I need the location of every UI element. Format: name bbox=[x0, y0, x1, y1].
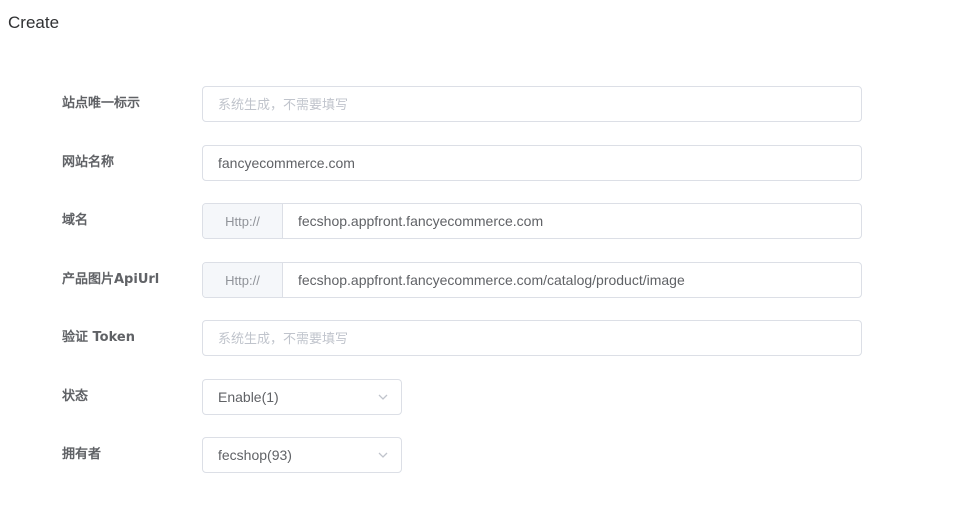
form-row-status: 状态 Enable(1) bbox=[0, 379, 977, 415]
domain-label: 域名 bbox=[62, 213, 89, 228]
form-row-site-uid: 站点唯一标示 bbox=[0, 86, 977, 122]
status-select[interactable]: Enable(1) bbox=[202, 379, 402, 415]
site-name-label: 网站名称 bbox=[62, 155, 115, 170]
form-row-verify-token: 验证 Token bbox=[0, 320, 977, 356]
domain-prefix: Http:// bbox=[203, 204, 283, 238]
form-row-site-name: 网站名称 bbox=[0, 145, 977, 181]
site-name-input[interactable] bbox=[203, 146, 861, 180]
site-uid-input[interactable] bbox=[203, 87, 861, 121]
chevron-down-icon bbox=[378, 394, 388, 400]
site-uid-label: 站点唯一标示 bbox=[62, 96, 141, 111]
owner-select[interactable]: fecshop(93) bbox=[202, 437, 402, 473]
status-label: 状态 bbox=[62, 389, 89, 404]
image-api-url-input[interactable] bbox=[283, 263, 861, 297]
verify-token-input-wrapper bbox=[202, 320, 862, 356]
form-row-domain: 域名 Http:// bbox=[0, 203, 977, 239]
form-row-owner: 拥有者 fecshop(93) bbox=[0, 437, 977, 473]
owner-label: 拥有者 bbox=[62, 447, 102, 462]
domain-input-wrapper: Http:// bbox=[202, 203, 862, 239]
owner-selected-value: fecshop(93) bbox=[218, 447, 292, 463]
site-name-input-wrapper bbox=[202, 145, 862, 181]
create-form-page: Create 站点唯一标示 网站名称 域名 Http:// 产品图片ApiUrl… bbox=[0, 0, 977, 521]
page-title: Create bbox=[8, 13, 60, 32]
image-api-url-prefix: Http:// bbox=[203, 263, 283, 297]
domain-input[interactable] bbox=[283, 204, 861, 238]
verify-token-label: 验证 Token bbox=[62, 330, 135, 345]
status-selected-value: Enable(1) bbox=[218, 389, 279, 405]
image-api-url-input-wrapper: Http:// bbox=[202, 262, 862, 298]
image-api-url-label: 产品图片ApiUrl bbox=[62, 272, 160, 287]
site-uid-input-wrapper bbox=[202, 86, 862, 122]
verify-token-input[interactable] bbox=[203, 321, 861, 355]
form-row-image-api-url: 产品图片ApiUrl Http:// bbox=[0, 262, 977, 298]
chevron-down-icon bbox=[378, 452, 388, 458]
